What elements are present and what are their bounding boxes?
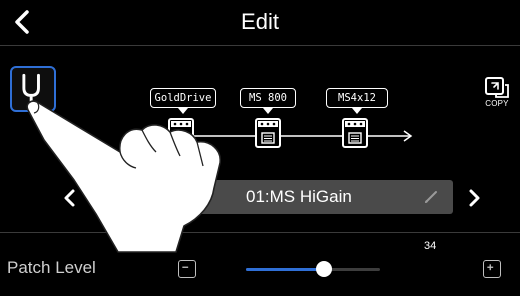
header: Edit: [0, 0, 520, 45]
effect-pedal-2-icon[interactable]: [255, 118, 281, 148]
patch-next-icon[interactable]: [462, 186, 486, 210]
level-decrease-button[interactable]: [178, 260, 196, 278]
effect-label-3[interactable]: MS4x12: [326, 88, 388, 114]
effect-pedal-3-icon[interactable]: [342, 118, 368, 148]
minus-icon: [182, 266, 189, 268]
level-divider: [0, 232, 520, 233]
patch-level-value: 34: [424, 240, 437, 252]
slider-knob[interactable]: [316, 261, 333, 277]
patch-selector: 01:MS HiGain: [0, 176, 520, 220]
pencil-icon: [425, 191, 437, 203]
plus-icon: [487, 264, 494, 271]
effect-chain: GoldDrive MS 800 MS4x12: [0, 80, 520, 160]
page-title: Edit: [241, 9, 279, 34]
patch-name: 01:MS HiGain: [246, 187, 352, 206]
patch-name-field[interactable]: 01:MS HiGain: [158, 180, 453, 214]
level-increase-button[interactable]: [483, 260, 501, 278]
effect-pedal-1-icon[interactable]: [168, 118, 194, 148]
effect-label-2[interactable]: MS 800: [240, 88, 296, 114]
effect-label-1[interactable]: GoldDrive: [150, 88, 216, 114]
slider-fill: [246, 268, 325, 271]
edit-screen: Edit COPY GoldDrive MS 800 MS4x12 01:MS …: [0, 0, 520, 296]
patch-prev-icon[interactable]: [58, 186, 82, 210]
patch-level-label: Patch Level: [7, 258, 96, 277]
patch-level-slider[interactable]: [246, 268, 380, 271]
header-divider: [0, 45, 520, 46]
